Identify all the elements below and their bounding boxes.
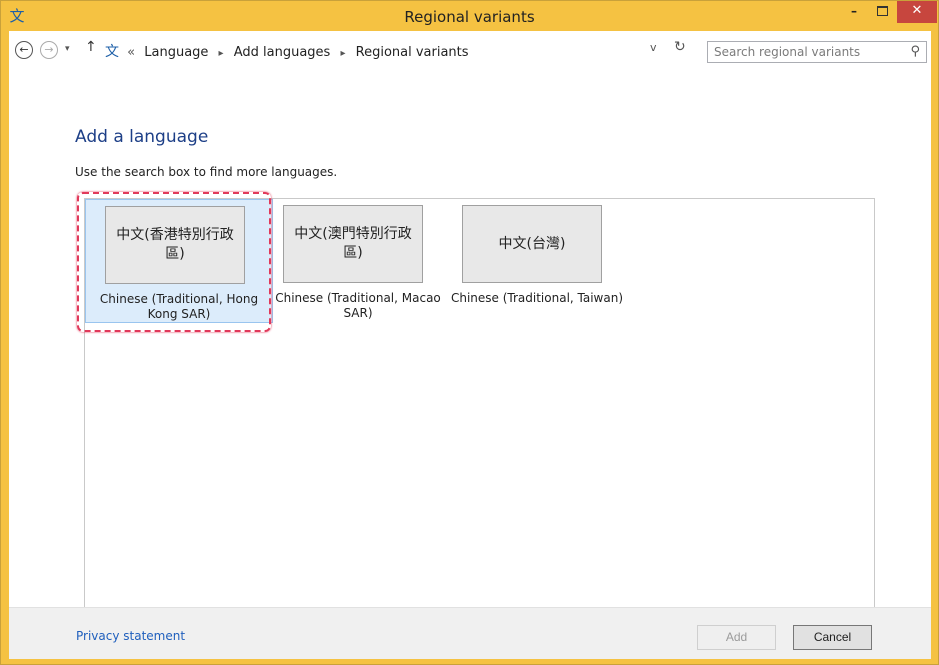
- variant-list: 中文(香港特別行政區) Chinese (Traditional, Hong K…: [77, 192, 875, 624]
- breadcrumb-item-add-languages[interactable]: Add languages: [234, 45, 331, 60]
- variant-tile-macao[interactable]: 中文(澳門特別行政區) Chinese (Traditional, Macao …: [264, 199, 452, 323]
- recent-locations-button[interactable]: ▾: [65, 44, 70, 54]
- variant-native-name: 中文(澳門特別行政區): [283, 205, 423, 283]
- close-icon: ✕: [911, 3, 923, 18]
- back-button[interactable]: ←: [15, 41, 33, 59]
- close-button[interactable]: ✕: [897, 1, 937, 23]
- minimize-icon: –: [851, 4, 857, 18]
- content-area: ← → ▾ ↑ 文 « Language ▸ Add languages ▸ R…: [9, 31, 931, 659]
- add-button[interactable]: Add: [697, 625, 776, 650]
- cancel-button[interactable]: Cancel: [793, 625, 872, 650]
- refresh-button[interactable]: ↻: [674, 39, 686, 55]
- instruction-text: Use the search box to find more language…: [75, 165, 338, 179]
- breadcrumb-separator-icon[interactable]: ▸: [340, 48, 345, 59]
- maximize-button[interactable]: [869, 1, 895, 23]
- breadcrumb-overflow[interactable]: «: [127, 45, 135, 60]
- variant-native-name: 中文(台灣): [462, 205, 602, 283]
- search-placeholder: Search regional variants: [714, 45, 861, 59]
- search-input[interactable]: Search regional variants ⚲: [707, 41, 927, 63]
- window: 文 Regional variants – ✕ ← → ▾ ↑ 文 « Lang…: [0, 0, 939, 665]
- address-row: ← → ▾ ↑ 文 « Language ▸ Add languages ▸ R…: [9, 31, 931, 67]
- privacy-link[interactable]: Privacy statement: [76, 629, 185, 643]
- window-title: Regional variants: [404, 8, 535, 26]
- breadcrumb-item-language[interactable]: Language: [144, 45, 208, 60]
- breadcrumb: 文 « Language ▸ Add languages ▸ Regional …: [105, 41, 469, 60]
- variant-label: Chinese (Traditional, Macao SAR): [275, 291, 441, 320]
- variant-label: Chinese (Traditional, Hong Kong SAR): [99, 292, 259, 321]
- footer-bar: Privacy statement Add Cancel: [9, 607, 931, 659]
- back-arrow-icon: ←: [19, 43, 29, 56]
- forward-button[interactable]: →: [40, 41, 58, 59]
- variant-label: Chinese (Traditional, Taiwan): [450, 291, 624, 305]
- variant-native-name: 中文(香港特別行政區): [105, 206, 245, 284]
- title-bar[interactable]: 文 Regional variants – ✕: [1, 1, 938, 31]
- variant-tile-taiwan[interactable]: 中文(台灣) Chinese (Traditional, Taiwan): [443, 199, 631, 323]
- address-dropdown-button[interactable]: v: [650, 41, 657, 54]
- minimize-button[interactable]: –: [841, 1, 867, 23]
- up-button[interactable]: ↑: [85, 39, 97, 55]
- variant-tile-hong-kong[interactable]: 中文(香港特別行政區) Chinese (Traditional, Hong K…: [77, 192, 273, 332]
- page-title: Add a language: [75, 127, 209, 147]
- language-globe-icon: 文: [105, 44, 119, 60]
- breadcrumb-item-regional-variants[interactable]: Regional variants: [356, 45, 469, 60]
- breadcrumb-separator-icon[interactable]: ▸: [219, 48, 224, 59]
- forward-arrow-icon: →: [44, 43, 54, 56]
- search-icon[interactable]: ⚲: [910, 44, 920, 59]
- maximize-icon: [876, 6, 888, 16]
